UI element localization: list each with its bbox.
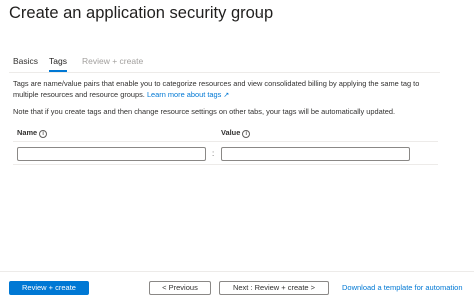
download-template-link[interactable]: Download a template for automation bbox=[342, 283, 463, 292]
tab-basics[interactable]: Basics bbox=[13, 56, 38, 72]
tags-note: Note that if you create tags and then ch… bbox=[13, 107, 396, 116]
info-icon[interactable]: i bbox=[242, 130, 251, 138]
external-link-icon: ↗ bbox=[223, 91, 230, 99]
name-column-header: Name i bbox=[17, 128, 48, 138]
more-options-icon[interactable]: ··· bbox=[254, 8, 268, 20]
tab-divider bbox=[9, 72, 440, 73]
value-column-header: Value i bbox=[221, 128, 251, 138]
info-icon[interactable]: i bbox=[39, 130, 48, 138]
page-title: Create an application security group bbox=[9, 4, 274, 22]
learn-more-link[interactable]: Learn more about tags ↗ bbox=[147, 90, 229, 99]
next-review-create-button[interactable]: Next : Review + create > bbox=[219, 281, 329, 295]
table-row-divider bbox=[13, 164, 438, 165]
tab-review-create[interactable]: Review + create bbox=[82, 56, 143, 72]
tags-description: Tags are name/value pairs that enable yo… bbox=[13, 79, 443, 101]
learn-more-label: Learn more about tags bbox=[146, 89, 222, 99]
review-create-button[interactable]: Review + create bbox=[9, 281, 89, 295]
footer-divider bbox=[0, 271, 474, 272]
table-header-divider bbox=[13, 141, 438, 142]
tab-tags[interactable]: Tags bbox=[49, 56, 67, 72]
value-header-label: Value bbox=[221, 128, 241, 137]
name-value-separator: : bbox=[212, 149, 215, 158]
tag-value-input[interactable] bbox=[221, 147, 410, 161]
name-header-label: Name bbox=[17, 128, 38, 137]
previous-button[interactable]: < Previous bbox=[149, 281, 211, 295]
tag-name-input[interactable] bbox=[17, 147, 206, 161]
